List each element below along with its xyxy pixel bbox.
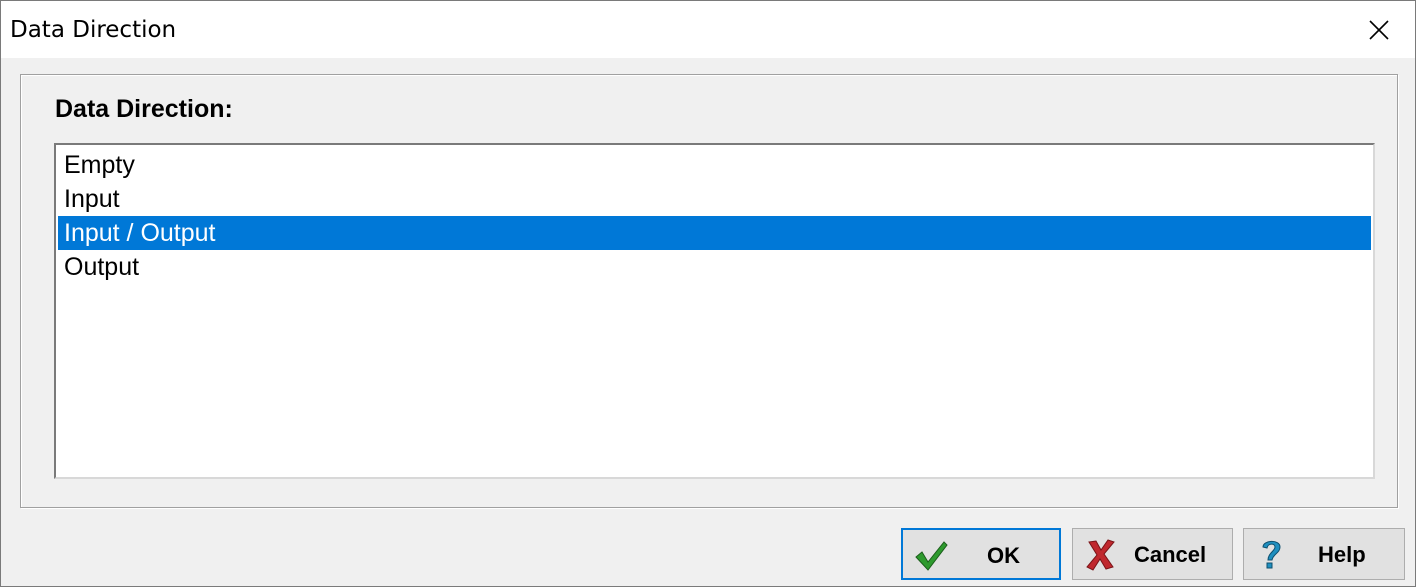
- checkmark-icon: [915, 541, 948, 571]
- cancel-label: Cancel: [1134, 542, 1207, 567]
- list-item[interactable]: Output: [58, 250, 1371, 284]
- title-bar[interactable]: Data Direction: [1, 1, 1415, 58]
- list-item[interactable]: Input: [58, 182, 1371, 216]
- ok-label: OK: [987, 543, 1020, 568]
- window-title: Data Direction: [10, 17, 177, 43]
- group-label: Data Direction:: [55, 95, 233, 123]
- list-item-selected[interactable]: Input / Output: [58, 216, 1371, 250]
- ok-button[interactable]: OK: [901, 528, 1061, 580]
- data-direction-listbox[interactable]: Empty Input Input / Output Output: [54, 143, 1375, 479]
- list-item[interactable]: Empty: [58, 148, 1371, 182]
- help-label: Help: [1318, 542, 1366, 567]
- red-x-icon: [1086, 539, 1115, 571]
- dialog-window: Data Direction Data Direction: Empty Inp…: [0, 0, 1416, 587]
- close-button[interactable]: [1343, 1, 1415, 58]
- cancel-button[interactable]: Cancel: [1072, 528, 1233, 580]
- close-icon: [1369, 19, 1389, 40]
- question-mark-icon: [1262, 540, 1281, 569]
- help-button[interactable]: Help: [1243, 528, 1405, 580]
